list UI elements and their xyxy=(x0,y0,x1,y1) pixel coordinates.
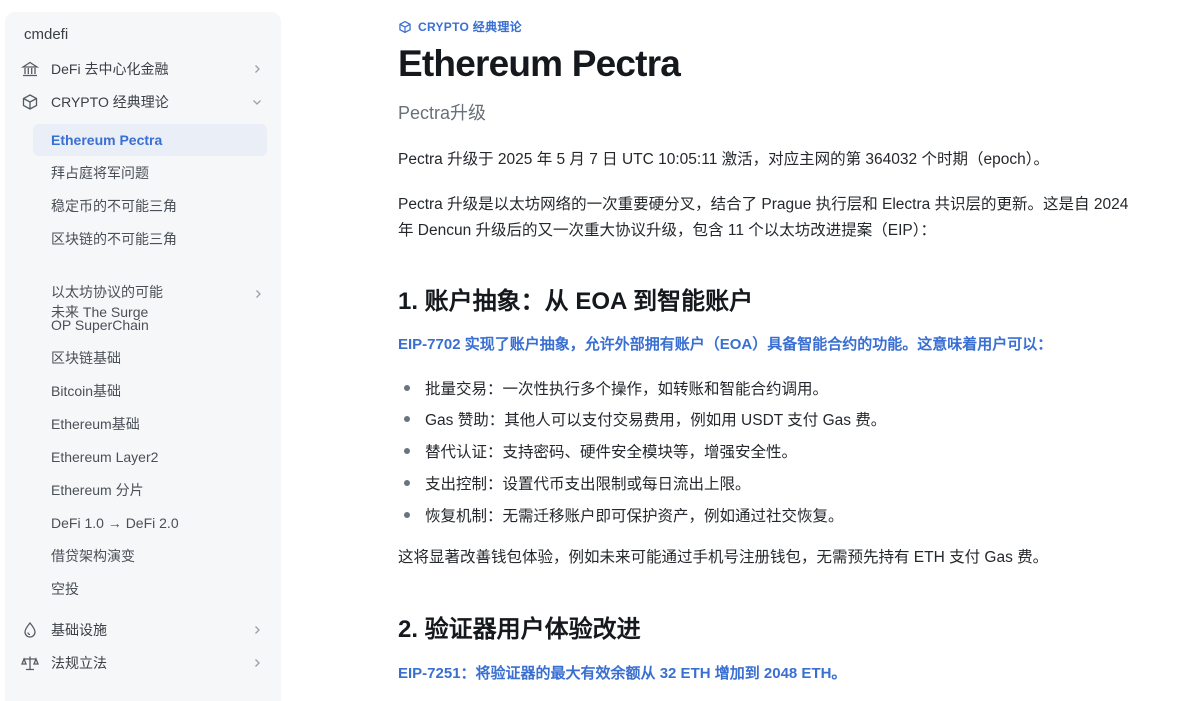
section-heading-validator-ux: 2. 验证器用户体验改进 xyxy=(398,616,641,643)
breadcrumb[interactable]: CRYPTO 经典理论 xyxy=(398,18,522,35)
sidebar-item-defi-evolution[interactable]: DeFi 1.0 → DeFi 2.0 xyxy=(33,513,267,533)
sidebar-item-label: 区块链基础 xyxy=(51,350,121,366)
sidebar-group-label: DeFi 去中心化金融 xyxy=(51,61,169,77)
eip-7251-link[interactable]: EIP-7251：将验证器的最大有效余额从 32 ETH 增加到 2048 ET… xyxy=(398,662,846,683)
bullet-dot xyxy=(404,512,410,518)
sidebar-item-ethereum-pectra[interactable]: Ethereum Pectra xyxy=(33,124,267,156)
list-item: Gas 赞助：其他人可以支付交易费用，例如用 USDT 支付 Gas 费。 xyxy=(404,408,886,430)
sidebar-group-crypto[interactable]: CRYPTO 经典理论 xyxy=(19,88,269,116)
sidebar-item-ethereum-layer2[interactable]: Ethereum Layer2 xyxy=(33,447,267,467)
site-title[interactable]: cmdefi xyxy=(24,26,68,43)
list-item: 替代认证：支持密码、硬件安全模块等，增强安全性。 xyxy=(404,440,797,462)
eip-7702-link[interactable]: EIP-7702 实现了账户抽象，允许外部拥有账户（EOA）具备智能合约的功能。… xyxy=(398,333,1052,354)
drop-icon xyxy=(19,619,41,641)
sidebar-item-label: 拜占庭将军问题 xyxy=(51,165,149,181)
sidebar-item-label: 稳定币的不可能三角 xyxy=(51,198,177,214)
sidebar-item-label: Ethereum Layer2 xyxy=(51,449,159,465)
sidebar-group-label: 法规立法 xyxy=(51,655,107,671)
sidebar-item-label: OP SuperChain xyxy=(51,317,149,333)
page-subtitle: Pectra升级 xyxy=(398,103,487,123)
bullet-dot xyxy=(404,385,410,391)
sidebar-group-infrastructure[interactable]: 基础设施 xyxy=(19,616,269,644)
sidebar-group-label: 基础设施 xyxy=(51,622,107,638)
sidebar: cmdefi DeFi 去中心化金融 CRYPTO 经典理论 Ethereum … xyxy=(5,12,281,701)
list-item-text: 替代认证：支持密码、硬件安全模块等，增强安全性。 xyxy=(425,444,798,461)
sidebar-item-ethereum-basics[interactable]: Ethereum基础 xyxy=(33,414,267,434)
sidebar-group-defi[interactable]: DeFi 去中心化金融 xyxy=(19,55,269,83)
cube-icon xyxy=(399,20,411,33)
sidebar-item-label: Ethereum Pectra xyxy=(51,132,163,148)
sidebar-item-bitcoin-basics[interactable]: Bitcoin基础 xyxy=(33,381,267,401)
cube-icon xyxy=(19,91,41,113)
bullet-dot xyxy=(404,416,410,422)
paragraph-overview: Pectra 升级是以太坊网络的一次重要硬分叉，结合了 Prague 执行层和 … xyxy=(398,196,1129,239)
sidebar-group-label: CRYPTO 经典理论 xyxy=(51,94,169,110)
sidebar-item-lending-architecture[interactable]: 借贷架构演变 xyxy=(33,546,267,566)
chevron-right-icon xyxy=(249,655,265,671)
page-title: Ethereum Pectra xyxy=(398,43,681,84)
sidebar-item-blockchain-basics[interactable]: 区块链基础 xyxy=(33,348,267,368)
sidebar-item-airdrop[interactable]: 空投 xyxy=(33,579,267,599)
list-item-text: 支出控制：设置代币支出限制或每日流出上限。 xyxy=(425,476,751,493)
sidebar-item-label: Ethereum 分片 xyxy=(51,482,144,498)
sidebar-item-label: DeFi 1.0 → DeFi 2.0 xyxy=(51,515,179,531)
paragraph-wallet-experience: 这将显著改善钱包体验，例如未来可能通过手机号注册钱包，无需预先持有 ETH 支付… xyxy=(398,549,1049,566)
chevron-right-icon xyxy=(249,61,265,77)
list-item-text: 批量交易：一次性执行多个操作，如转账和智能合约调用。 xyxy=(425,381,829,398)
chevron-right-icon xyxy=(253,264,263,304)
list-item: 支出控制：设置代币支出限制或每日流出上限。 xyxy=(404,472,751,494)
sidebar-item-label: 空投 xyxy=(51,581,79,597)
sidebar-item-blockchain-trilemma[interactable]: 区块链的不可能三角 xyxy=(33,229,267,249)
bullet-dot xyxy=(404,448,410,454)
sidebar-item-label: Bitcoin基础 xyxy=(51,383,122,399)
sidebar-group-regulation[interactable]: 法规立法 xyxy=(19,649,269,677)
sidebar-item-stablecoin-trilemma[interactable]: 稳定币的不可能三角 xyxy=(33,196,267,216)
list-item-text: 恢复机制：无需迁移账户即可保护资产，例如通过社交恢复。 xyxy=(425,508,844,525)
paragraph-activation: Pectra 升级于 2025 年 5 月 7 日 UTC 10:05:11 激… xyxy=(398,151,1049,168)
sidebar-item-label: 区块链的不可能三角 xyxy=(51,231,177,247)
list-item: 恢复机制：无需迁移账户即可保护资产，例如通过社交恢复。 xyxy=(404,504,844,526)
list-item: 批量交易：一次性执行多个操作，如转账和智能合约调用。 xyxy=(404,377,828,399)
sidebar-item-byzantine[interactable]: 拜占庭将军问题 xyxy=(33,163,267,183)
bank-icon xyxy=(19,58,41,80)
scales-icon xyxy=(19,652,41,674)
section-heading-account-abstraction: 1. 账户抽象：从 EOA 到智能账户 xyxy=(398,288,754,315)
chevron-down-icon xyxy=(249,94,265,110)
sidebar-item-op-superchain[interactable]: OP SuperChain xyxy=(33,315,267,335)
sidebar-item-ethereum-sharding[interactable]: Ethereum 分片 xyxy=(33,480,267,500)
bullet-dot xyxy=(404,480,410,486)
sidebar-item-label: Ethereum基础 xyxy=(51,416,140,432)
list-item-text: Gas 赞助：其他人可以支付交易费用，例如用 USDT 支付 Gas 费。 xyxy=(425,412,887,429)
sidebar-item-label: 借贷架构演变 xyxy=(51,548,135,564)
breadcrumb-label: CRYPTO 经典理论 xyxy=(418,20,522,34)
chevron-right-icon xyxy=(249,622,265,638)
